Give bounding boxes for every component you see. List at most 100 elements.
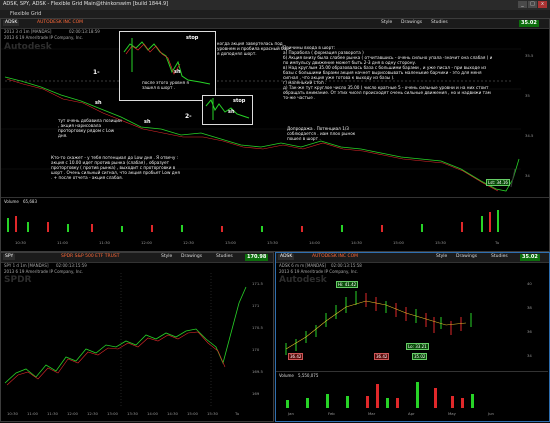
adsk2-price-tick: 36: [527, 329, 532, 334]
top-price-tick: 35.5: [525, 53, 534, 58]
top-time-tick: 15:30: [435, 240, 446, 245]
top-time-tick: 11:00: [57, 240, 68, 245]
top-company-name: AUTODESK INC COM: [37, 20, 84, 25]
adsk2-clock: 02:00:13:15:58: [331, 263, 362, 268]
top-time-tick: 11:30: [99, 240, 110, 245]
adsk2-price-axis: 40 38 36 34: [526, 277, 548, 367]
spy-toolbar: SPY SPDR S&P 500 ETF TRUST Style Drawing…: [1, 253, 273, 263]
top-volume-label: Volume: [4, 199, 19, 204]
spy-symbol-field[interactable]: SPY: [3, 254, 16, 260]
spy-time-tick: Tu: [235, 411, 240, 416]
spy-price-tick: 171: [252, 303, 260, 308]
top-time-tick: 13:00: [225, 240, 236, 245]
adsk2-price-chart: [285, 291, 472, 355]
annotation-bottom: Допродажа . Потенциал 1/3 соблюдается . …: [287, 126, 356, 141]
spy-price-axis: 171.5 171 170.5 170 169.5 169: [251, 277, 273, 407]
sh-label-2: sh: [228, 109, 235, 115]
spy-style-button[interactable]: Style: [161, 254, 172, 260]
top-style-button[interactable]: Style: [381, 20, 392, 26]
top-symbol-field[interactable]: ADSK: [3, 20, 20, 26]
spy-time-tick: 10:30: [7, 411, 18, 416]
top-volume-value: 65,683: [23, 199, 37, 204]
spy-price-tick: 171.5: [252, 281, 263, 286]
adsk2-volume-pane: Volume 5,550,075: [276, 371, 548, 410]
top-price-tick: 35: [525, 93, 530, 98]
adsk2-volume-value: 5,550,075: [298, 373, 319, 378]
spy-studies-button[interactable]: Studies: [216, 254, 233, 260]
top-toolbar: ADSK AUTODESK INC COM Style Drawings Stu…: [1, 19, 549, 29]
annotation-right: Причины входа в шорт: а) Парабола ( форм…: [283, 45, 493, 100]
top-time-tick: Tu: [495, 240, 500, 245]
spy-time-tick: 13:30: [127, 411, 138, 416]
spy-drawings-button[interactable]: Drawings: [181, 254, 202, 260]
spy-price-tick: 170.5: [252, 325, 263, 330]
adsk2-toolbar: ADSK AUTODESK INC COM Style Drawings Stu…: [276, 253, 549, 263]
adsk2-price-box: 35.02: [520, 254, 540, 261]
spy-company-name: SPDR S&P 500 ETF TRUST: [61, 254, 120, 259]
top-time-tick: 10:30: [15, 240, 26, 245]
top-time-axis: 10:30 11:00 11:30 12:00 12:30 13:00 13:3…: [5, 240, 521, 248]
top-time-tick: 14:00: [309, 240, 320, 245]
minimize-icon[interactable]: _: [518, 1, 527, 8]
annotation-center: когда акция завертелась под уровнем и пр…: [217, 41, 291, 56]
adsk2-time-tick: Jan: [288, 411, 294, 416]
adsk2-time-tick: May: [448, 411, 456, 416]
grid-header: Flexible Grid: [0, 10, 550, 18]
label-2: 2-: [185, 113, 192, 120]
annotation-left: тут очень добавила позиции , акция нарис…: [58, 118, 122, 138]
adsk2-price-tick: 34: [527, 353, 532, 358]
spy-time-axis: 10:30 11:00 11:30 12:00 12:30 13:00 13:3…: [5, 411, 255, 419]
adsk2-event-tag-c: 35.02: [412, 353, 428, 360]
top-time-tick: 12:30: [183, 240, 194, 245]
spy-chart-panel: SPY SPDR S&P 500 ETF TRUST Style Drawing…: [0, 252, 274, 422]
spy-time-tick: 11:00: [27, 411, 38, 416]
spy-time-tick: 15:30: [207, 411, 218, 416]
spy-price-tick: 170: [252, 347, 260, 352]
adsk2-volume-label: Volume: [279, 373, 294, 378]
adsk2-time-axis: Jan Feb Mar Apr May Jun: [280, 411, 530, 419]
stop-label-2: stop: [233, 98, 246, 104]
adsk2-event-tag-b: 36.42: [374, 353, 390, 360]
adsk2-symbol-field[interactable]: ADSK: [278, 254, 295, 260]
top-price-tick: 34.5: [525, 133, 534, 138]
top-drawings-button[interactable]: Drawings: [401, 20, 422, 26]
top-price-box: 35.02: [519, 20, 539, 27]
grid-name: Flexible Grid: [10, 11, 42, 17]
stop-label-1: stop: [186, 35, 199, 41]
spy-price-tick: 169.5: [252, 369, 263, 374]
spy-price-chart: [4, 273, 247, 408]
adsk2-price-tick: 40: [527, 281, 532, 286]
adsk2-time-tick: Feb: [328, 411, 335, 416]
window-title: ADSK, SPY, ADSK - Flexible Grid Main@thi…: [3, 1, 169, 7]
adsk2-drawings-button[interactable]: Drawings: [456, 254, 477, 260]
adsk2-time-tick: Mar: [368, 411, 376, 416]
adsk2-lo-tag: Lo: 33.21: [406, 343, 429, 350]
spy-time-tick: 14:00: [147, 411, 158, 416]
label-1: 1-: [93, 69, 100, 76]
spy-price-box: 170.98: [245, 254, 269, 261]
top-studies-button[interactable]: Studies: [431, 20, 448, 26]
top-volume-pane: Volume 65,683: [1, 197, 549, 238]
adsk2-style-button[interactable]: Style: [436, 254, 447, 260]
spy-time-tick: 11:30: [47, 411, 58, 416]
top-volume-chart: [7, 210, 499, 232]
adsk2-studies-button[interactable]: Studies: [491, 254, 508, 260]
close-icon[interactable]: x: [538, 1, 547, 8]
adsk2-time-tick: Apr: [408, 411, 415, 416]
adsk2-event-tag-a: 36.42: [288, 353, 304, 360]
adsk2-time-tick: Jun: [488, 411, 494, 416]
annotation-left-2: Кто-то скажет - у тебя потенциал до Low …: [51, 155, 180, 180]
top-price-tick: 34: [525, 173, 530, 178]
spy-time-tick: 15:00: [187, 411, 198, 416]
spy-price-tick: 169: [252, 391, 260, 396]
spy-time-tick: 13:00: [107, 411, 118, 416]
top-time-tick: 13:30: [267, 240, 278, 245]
spy-clock: 02:00:13:15:59: [56, 263, 87, 268]
top-chart-panel: ADSK AUTODESK INC COM Style Drawings Stu…: [0, 18, 550, 252]
top-time-tick: 15:00: [393, 240, 404, 245]
spy-time-tick: 14:30: [167, 411, 178, 416]
top-time-tick: 12:00: [141, 240, 152, 245]
maximize-icon[interactable]: □: [528, 1, 537, 8]
sh-label-1: sh: [174, 69, 181, 75]
sh-label-4: sh: [144, 119, 151, 125]
